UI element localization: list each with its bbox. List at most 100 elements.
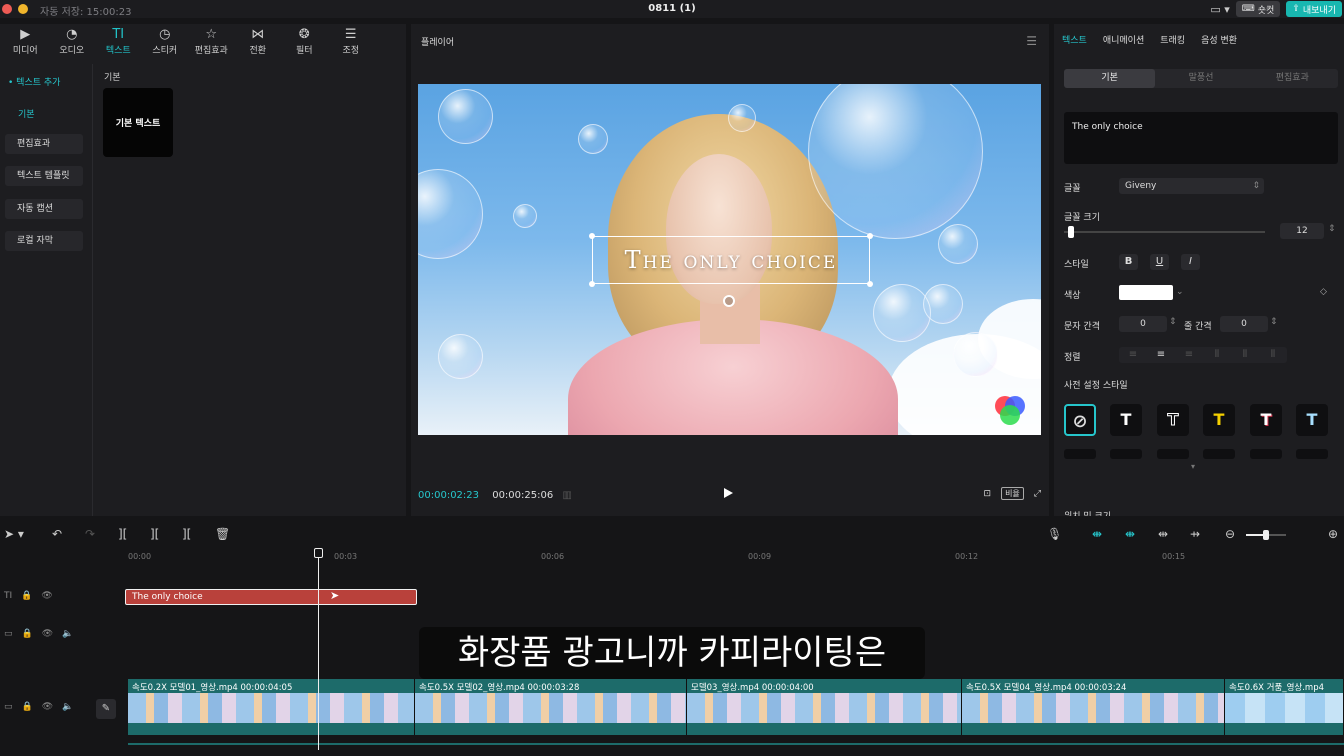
trim-right-icon[interactable]: ][ [182,527,191,541]
char-spacing-input[interactable]: 0 [1119,316,1167,332]
preset-style[interactable] [1296,449,1328,459]
rotate-handle-icon[interactable] [723,295,735,307]
video-clip[interactable]: 속도0.2X 모델01_영상.mp4 00:00:04:05 [128,679,415,735]
tool-effects[interactable]: ☆ 편집효과 [188,24,235,60]
font-size-input[interactable]: 12 [1280,223,1324,239]
tool-filter[interactable]: ❂ 필터 [281,24,328,60]
preset-style[interactable] [1110,449,1142,459]
split-icon[interactable]: ][ [118,527,127,541]
tool-adjust[interactable]: ☰ 조정 [328,24,375,60]
text-clip[interactable]: The only choice [125,589,417,605]
stepper-icon[interactable]: ⇕ [1169,317,1177,327]
bold-button[interactable]: B [1119,254,1138,270]
overlay-text[interactable]: The only choice [592,236,870,284]
underline-button[interactable]: U [1150,254,1169,270]
microphone-icon[interactable]: 🎙 [1047,527,1062,541]
preset-style[interactable] [1064,449,1096,459]
sidenav-item-auto-captions[interactable]: 자동 캡션 [5,199,83,219]
sidenav-item-templates[interactable]: 텍스트 템플릿 [5,166,83,186]
eye-icon[interactable]: 👁 [41,591,52,601]
font-select[interactable]: Giveny ⇕ [1119,178,1264,194]
text-content-input[interactable]: The only choice [1064,112,1338,164]
font-size-slider-knob[interactable] [1068,226,1074,238]
playhead-handle[interactable] [314,548,323,558]
tool-text[interactable]: TI 텍스트 [95,24,142,60]
ratio-button[interactable]: 비율 [1001,487,1024,500]
export-button[interactable]: ⇪ 내보내기 [1286,1,1342,17]
chevron-down-icon[interactable]: ⌄ [1176,287,1184,297]
playhead[interactable] [318,548,319,750]
expand-presets-icon[interactable]: ▾ [1191,462,1195,471]
tool-media[interactable]: ▶ 미디어 [2,24,49,60]
undo-icon[interactable]: ↶ [52,527,62,541]
subtab-effects[interactable]: 편집효과 [1247,69,1338,88]
video-clip[interactable]: 속도0.5X 모델02_영상.mp4 00:00:03:28 [415,679,687,735]
sidenav-header[interactable]: • 텍스트 추가 [8,75,60,88]
lock-icon[interactable]: 🔒 [22,629,33,639]
tab-text[interactable]: 텍스트 [1062,33,1087,46]
video-clip[interactable]: 모델03_영상.mp4 00:00:04:00 [687,679,962,735]
select-tool-icon[interactable]: ➤ ▾ [4,527,24,541]
preset-style[interactable]: T [1250,404,1282,436]
stepper-icon[interactable]: ⇕ [1270,317,1278,327]
subtab-bubble[interactable]: 말풍선 [1155,69,1246,88]
align-center-icon[interactable]: ≡ [1147,347,1175,363]
lock-icon[interactable]: 🔒 [21,591,32,601]
tab-voice[interactable]: 음성 변환 [1201,33,1237,46]
speaker-icon[interactable]: 🔈 [62,702,73,712]
zoom-out-icon[interactable]: ⊖ [1225,527,1235,541]
preset-style[interactable] [1157,449,1189,459]
sidenav-item-effects[interactable]: 편집효과 [5,134,83,154]
video-preview[interactable]: The only choice [418,84,1041,435]
time-ruler[interactable]: 00:00 00:03 00:06 00:09 00:12 00:15 [0,548,1344,566]
video-clip[interactable]: 속도0.5X 모델04_영상.mp4 00:00:03:24 [962,679,1225,735]
basic-text-card[interactable]: 기본 텍스트 [103,88,173,157]
screenshot-icon[interactable]: ⊡ [984,489,992,499]
align-middle-icon[interactable]: ⦀ [1231,347,1259,363]
align-left-icon[interactable]: ≡ [1119,347,1147,363]
video-clip[interactable]: 속도0.6X 거품_영상.mp4 [1225,679,1344,735]
magnet-icon[interactable]: ⇼ [1092,527,1102,541]
play-button[interactable] [724,488,733,498]
trim-left-icon[interactable]: ][ [150,527,159,541]
preset-style[interactable] [1250,449,1282,459]
zoom-slider-knob[interactable] [1263,530,1269,540]
zoom-in-icon[interactable]: ⊕ [1328,527,1338,541]
tab-animation[interactable]: 애니메이션 [1103,33,1144,46]
sidenav-item-basic[interactable]: 기본 [18,107,35,120]
tab-tracking[interactable]: 트래킹 [1160,33,1185,46]
subtab-basic[interactable]: 기본 [1064,69,1156,88]
tool-sticker[interactable]: ◷ 스티커 [142,24,189,60]
preset-none[interactable]: ⊘ [1064,404,1096,436]
preview-axis-icon[interactable]: ⇹ [1158,527,1168,541]
preset-style[interactable]: T [1203,404,1235,436]
font-size-slider[interactable] [1064,231,1265,233]
line-spacing-input[interactable]: 0 [1220,316,1268,332]
align-top-icon[interactable]: ⦀ [1203,347,1231,363]
preset-style[interactable]: T [1296,404,1328,436]
sidenav-item-local-captions[interactable]: 로컬 자막 [5,231,83,251]
tool-transition[interactable]: ⋈ 전환 [235,24,282,60]
lock-icon[interactable]: 🔒 [22,702,33,712]
edit-cover-icon[interactable]: ✎ [96,699,116,719]
color-swatch[interactable] [1119,285,1173,300]
delete-icon[interactable]: 🗑 [215,527,230,541]
fullscreen-icon[interactable]: ⤢ [1034,489,1041,499]
shortcut-button[interactable]: ⌨ 숏컷 [1235,1,1281,17]
stepper-icon[interactable]: ⇕ [1328,224,1336,234]
preset-style[interactable]: T [1157,404,1189,436]
speaker-icon[interactable]: 🔈 [62,629,73,639]
italic-button[interactable]: I [1181,254,1200,270]
tool-audio[interactable]: ◔ 오디오 [49,24,96,60]
eye-icon[interactable]: 👁 [42,702,53,712]
align-bottom-icon[interactable]: ⦀ [1259,347,1287,363]
keyframe-icon[interactable]: ◇ [1320,287,1327,297]
preset-style[interactable] [1203,449,1235,459]
align-right-icon[interactable]: ≡ [1175,347,1203,363]
eye-icon[interactable]: 👁 [42,629,53,639]
link-icon[interactable]: ⇼ [1125,527,1135,541]
snap-icon[interactable]: ⇸ [1190,527,1200,541]
redo-icon[interactable]: ↷ [85,527,95,541]
menu-icon[interactable]: ☰ [1026,34,1037,48]
layout-icon[interactable]: ▭ ▾ [1210,3,1229,16]
